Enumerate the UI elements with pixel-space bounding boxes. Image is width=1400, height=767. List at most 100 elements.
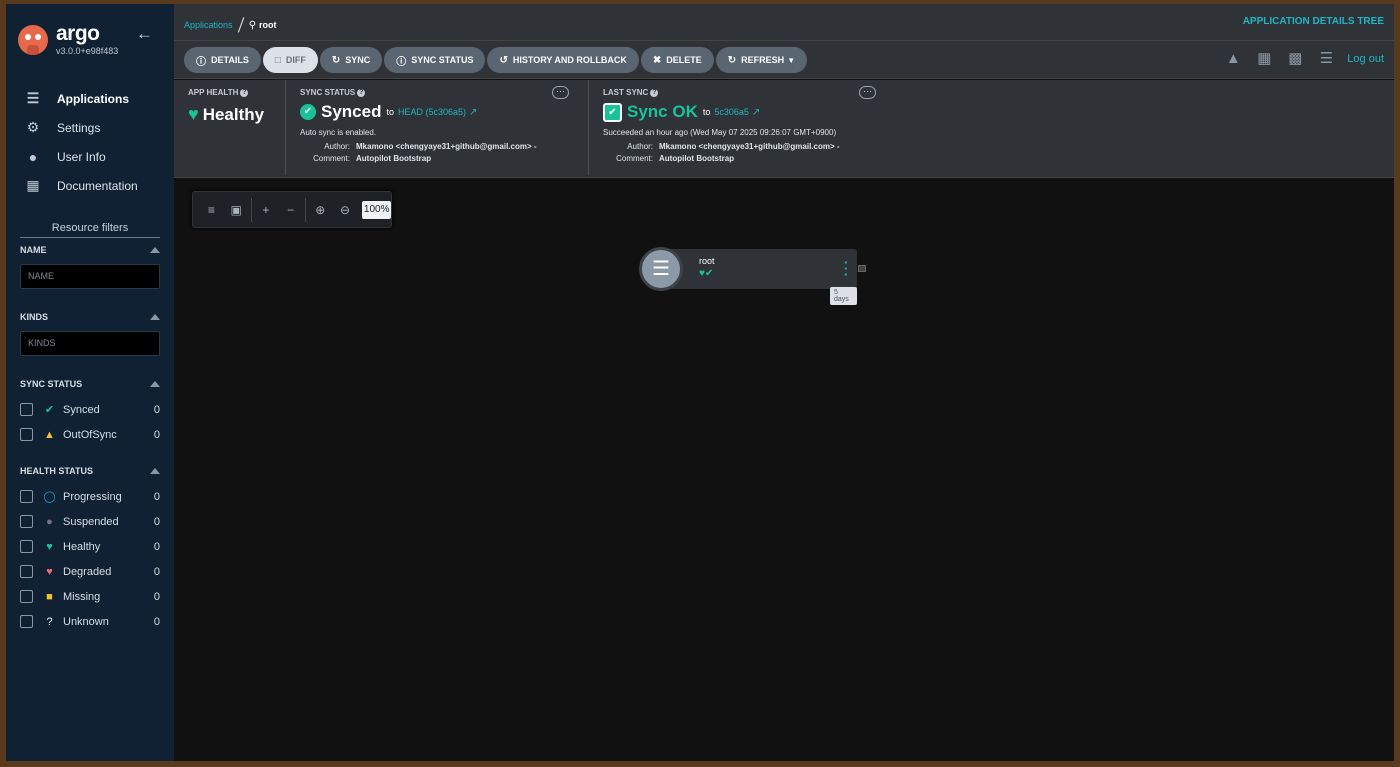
filter-row-synced[interactable]: ✔ Synced 0 (20, 397, 160, 422)
resource-node-root[interactable]: ☰ root ♥✔ · · · 5 days (639, 247, 866, 305)
more-options-icon[interactable]: ⋯ (859, 86, 876, 99)
align-left-icon[interactable]: ≡ (199, 203, 224, 217)
nav-item-settings[interactable]: ⚙ Settings (24, 113, 138, 142)
sync-revision-link[interactable]: HEAD (5c306a5) (398, 107, 466, 117)
name-filter-section: NAME NAME (20, 245, 160, 289)
version-label: v3.0.0+e98f483 (56, 46, 119, 56)
last-sync-revision-link[interactable]: 5c306a5 (714, 107, 749, 117)
info-icon: ⓘ (396, 56, 407, 68)
help-icon[interactable]: ? (357, 88, 366, 97)
filter-row-outofsync[interactable]: ▲ OutOfSync 0 (20, 422, 160, 447)
comment-value: Autopilot Bootstrap (356, 154, 432, 163)
to-label: to (702, 107, 711, 117)
kebab-menu-icon[interactable]: · · · (844, 256, 848, 281)
filter-count: 0 (153, 565, 160, 578)
checkbox[interactable] (20, 490, 33, 503)
nav-item-applications[interactable]: ☰ Applications (24, 84, 138, 113)
progressing-icon: ◯ (43, 491, 56, 503)
filter-count: 0 (153, 615, 160, 628)
nav-item-user-info[interactable]: ● User Info (24, 142, 138, 171)
expand-icon[interactable]: + (253, 203, 278, 217)
filter-row-missing[interactable]: ■ Missing 0 (20, 584, 160, 609)
button-label: DELETE (666, 55, 702, 65)
tree-view-icon[interactable]: ▲ (1222, 49, 1244, 69)
last-sync-label: LAST SYNC (603, 88, 649, 97)
kinds-filter-header[interactable]: KINDS (20, 312, 160, 322)
heart-icon: ♥ (188, 104, 199, 124)
zoom-in-icon[interactable]: ⊕ (308, 203, 333, 217)
caret-down-icon: ▼ (787, 55, 796, 65)
diff-button[interactable]: □ DIFF (262, 47, 318, 73)
filter-row-degraded[interactable]: ♥ Degraded 0 (20, 559, 160, 584)
author-label: Author: (324, 142, 350, 151)
kinds-filter-input[interactable]: KINDS (20, 331, 160, 356)
refresh-button[interactable]: ↻ REFRESH ▼ (715, 47, 808, 73)
filter-row-healthy[interactable]: ♥ Healthy 0 (20, 534, 160, 559)
sync-status-label: SYNC STATUS (300, 88, 356, 97)
checkbox[interactable] (20, 565, 33, 578)
resource-tree-canvas[interactable]: ≡ ▣ + − ⊕ ⊖ 100% ☰ root ♥✔ · · · 5 days (174, 179, 1394, 761)
question-icon: ? (46, 615, 53, 628)
name-filter-header[interactable]: NAME (20, 245, 160, 255)
details-button[interactable]: ⓘ DETAILS (184, 47, 261, 73)
external-link-icon[interactable]: ↗ (469, 107, 477, 118)
zoom-level: 100% (362, 200, 391, 219)
sync-status-header[interactable]: SYNC STATUS (20, 379, 160, 389)
checkbox[interactable] (20, 515, 33, 528)
zoom-out-icon[interactable]: ⊖ (333, 203, 358, 217)
delete-button[interactable]: ✖ DELETE (640, 47, 714, 73)
last-sync-value: Sync OK (627, 102, 698, 121)
filter-row-progressing[interactable]: ◯ Progressing 0 (20, 484, 160, 509)
list-view-icon[interactable]: ☰ (1315, 49, 1337, 69)
checkbox[interactable] (20, 540, 33, 553)
nav-menu: ☰ Applications ⚙ Settings ● User Info ▦ … (24, 84, 138, 200)
status-panel: APP HEALTH? ♥ Healthy SYNC STATUS? ✔ Syn… (174, 80, 1394, 178)
filter-count: 0 (153, 590, 160, 603)
section-label: HEALTH STATUS (20, 466, 93, 476)
fit-screen-icon[interactable]: ▣ (224, 203, 249, 217)
checkbox[interactable] (20, 615, 33, 628)
synced-icon: ✔ (704, 268, 714, 279)
app-health-label: APP HEALTH (188, 88, 239, 97)
collapse-arrow-icon[interactable]: ← (136, 24, 153, 44)
help-icon[interactable]: ? (650, 88, 659, 97)
top-bar: Applications | ⚲ root APPLICATION DETAIL… (174, 4, 1394, 41)
argo-logo-icon (18, 25, 48, 55)
filter-label: Progressing (63, 490, 122, 503)
book-icon: ▦ (26, 177, 40, 193)
health-status-header[interactable]: HEALTH STATUS (20, 466, 160, 476)
button-label: DIFF (285, 55, 306, 65)
checkbox[interactable] (20, 403, 33, 416)
network-view-icon[interactable]: ▩ (1284, 49, 1306, 69)
collapse-icon[interactable]: − (278, 203, 303, 217)
section-label: SYNC STATUS (20, 379, 83, 389)
history-rollback-button[interactable]: ↺ HISTORY AND ROLLBACK (487, 47, 639, 73)
help-icon[interactable]: ? (240, 88, 249, 97)
nav-item-documentation[interactable]: ▦ Documentation (24, 171, 137, 200)
checkbox[interactable] (20, 590, 33, 603)
sync-button[interactable]: ↻ SYNC (319, 47, 383, 73)
collapse-node-handle[interactable] (858, 265, 866, 272)
section-label: NAME (20, 245, 47, 255)
out-of-sync-icon: ▲ (44, 428, 55, 441)
logout-link[interactable]: Log out (1347, 53, 1384, 65)
app-window: argo v3.0.0+e98f483 ← ☰ Applications ⚙ S… (6, 4, 1394, 761)
node-card[interactable] (659, 249, 857, 289)
filter-count: 0 (153, 403, 160, 416)
external-link-icon[interactable]: ↗ (752, 107, 760, 118)
nav-label: User Info (57, 149, 106, 164)
breadcrumb-applications-link[interactable]: Applications (184, 20, 233, 30)
section-label: KINDS (20, 312, 49, 322)
logo[interactable]: argo v3.0.0+e98f483 (18, 23, 119, 56)
checkbox[interactable] (20, 428, 33, 441)
more-options-icon[interactable]: ⋯ (552, 86, 569, 99)
health-status-section: HEALTH STATUS ◯ Progressing 0 ● Suspende… (20, 466, 160, 634)
sync-status-button[interactable]: ⓘ SYNC STATUS (384, 47, 486, 73)
filter-row-suspended[interactable]: ● Suspended 0 (20, 509, 160, 534)
name-filter-input[interactable]: NAME (20, 264, 160, 289)
sync-ok-check-icon: ✔ (603, 102, 622, 122)
filter-label: Healthy (63, 540, 101, 553)
node-name: root (699, 256, 715, 266)
filter-row-unknown[interactable]: ? Unknown 0 (20, 609, 160, 634)
pods-view-icon[interactable]: ▦ (1253, 49, 1275, 69)
